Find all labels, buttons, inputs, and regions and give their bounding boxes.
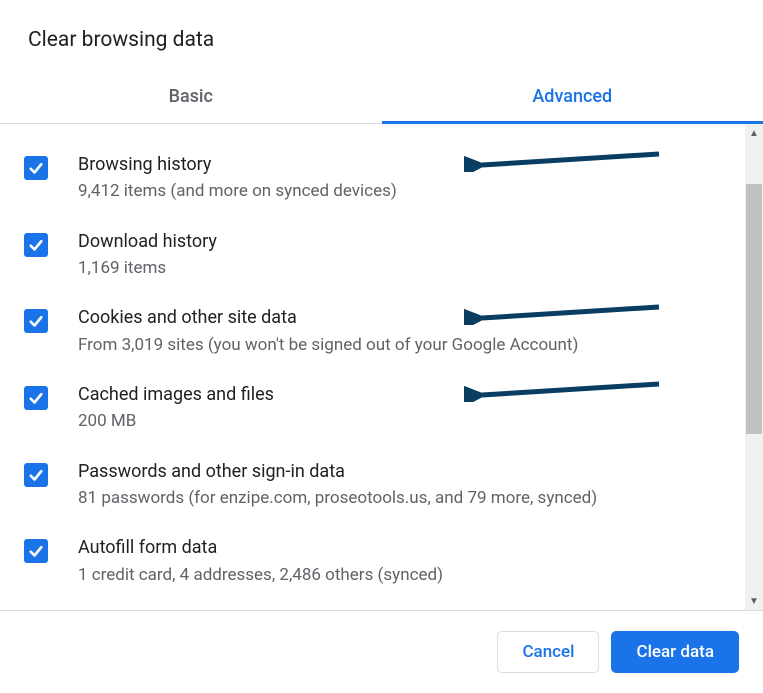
checkbox[interactable] [24, 539, 48, 563]
item-title: Cached images and files [78, 382, 735, 407]
content-area: Browsing history9,412 items (and more on… [0, 124, 763, 610]
list-item: Cached images and files200 MB [24, 370, 735, 447]
checkmark-icon [27, 542, 45, 560]
item-subtitle: 200 MB [78, 409, 735, 435]
scroll-thumb[interactable] [746, 184, 762, 434]
list-item: Browsing history9,412 items (and more on… [24, 140, 735, 217]
list-item: Autofill form data 1 credit card, 4 addre… [24, 523, 735, 600]
dialog-title: Clear browsing data [0, 0, 763, 70]
item-subtitle: 1 credit card, 4 addresses, 2,486 others… [78, 563, 735, 589]
tab-advanced[interactable]: Advanced [382, 70, 763, 123]
checkmark-icon [27, 236, 45, 254]
tab-bar: Basic Advanced [0, 70, 763, 124]
item-title: Passwords and other sign-in data [78, 459, 735, 484]
item-subtitle: 81 passwords (for enzipe.com, proseotool… [78, 486, 735, 512]
item-text: Autofill form data 1 credit card, 4 addre… [78, 535, 735, 588]
scrollbar[interactable]: ▲ ▼ [745, 124, 763, 610]
options-list: Browsing history9,412 items (and more on… [0, 124, 745, 610]
item-text: Passwords and other sign-in data81 passw… [78, 459, 735, 512]
checkbox[interactable] [24, 463, 48, 487]
list-item: Download history1,169 items [24, 217, 735, 294]
item-title: Cookies and other site data [78, 305, 735, 330]
list-item: Cookies and other site data From 3,019 si… [24, 293, 735, 370]
item-text: Cookies and other site data From 3,019 si… [78, 305, 735, 358]
tab-advanced-label: Advanced [532, 86, 612, 107]
checkmark-icon [27, 312, 45, 330]
checkbox[interactable] [24, 156, 48, 180]
checkmark-icon [27, 159, 45, 177]
scroll-down-icon[interactable]: ▼ [745, 592, 763, 610]
item-title: Download history [78, 229, 735, 254]
scroll-up-icon[interactable]: ▲ [745, 124, 763, 142]
item-text: Download history1,169 items [78, 229, 735, 282]
item-title: Browsing history [78, 152, 735, 177]
clear-data-button-label: Clear data [636, 642, 714, 662]
checkmark-icon [27, 466, 45, 484]
item-title: Autofill form data [78, 535, 735, 560]
dialog-footer: Cancel Clear data [0, 610, 763, 693]
checkbox[interactable] [24, 386, 48, 410]
checkmark-icon [27, 389, 45, 407]
item-subtitle: 1,169 items [78, 256, 735, 282]
item-subtitle: 9,412 items (and more on synced devices) [78, 179, 735, 205]
item-subtitle: From 3,019 sites (you won't be signed ou… [78, 333, 735, 359]
tab-basic[interactable]: Basic [0, 70, 382, 123]
item-text: Cached images and files200 MB [78, 382, 735, 435]
cancel-button[interactable]: Cancel [497, 631, 599, 673]
checkbox[interactable] [24, 233, 48, 257]
clear-data-button[interactable]: Clear data [611, 631, 739, 673]
tab-basic-label: Basic [169, 86, 213, 107]
clear-browsing-data-dialog: Clear browsing data Basic Advanced Brows… [0, 0, 763, 654]
cancel-button-label: Cancel [522, 642, 574, 662]
checkbox[interactable] [24, 309, 48, 333]
list-item: Passwords and other sign-in data81 passw… [24, 447, 735, 524]
item-text: Browsing history9,412 items (and more on… [78, 152, 735, 205]
